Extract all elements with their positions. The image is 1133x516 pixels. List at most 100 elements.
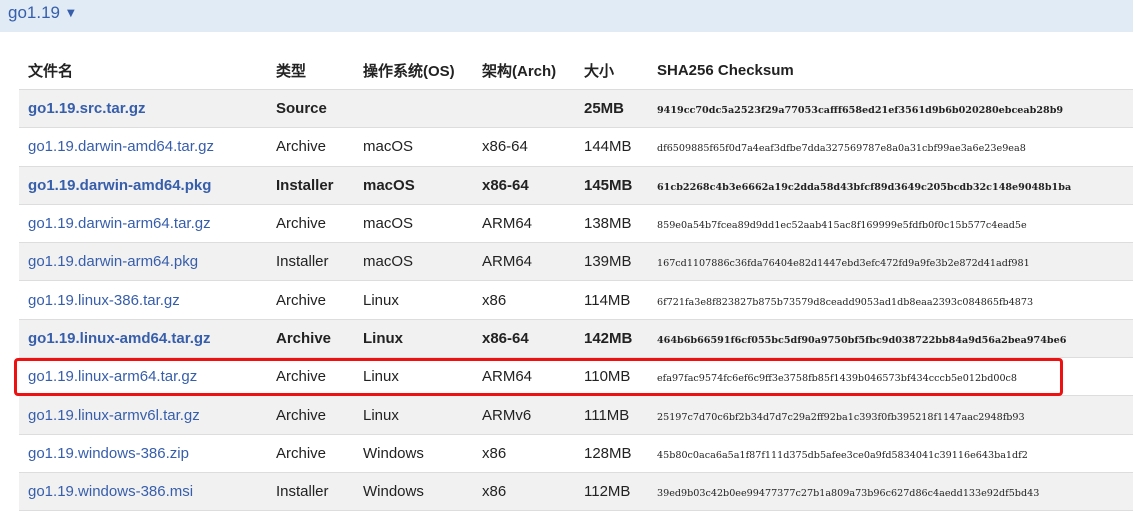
version-label[interactable]: go1.19 — [8, 3, 60, 23]
table-row: go1.19.linux-386.tar.gz Archive Linux x86 11… — [19, 280, 1133, 320]
table-header-row: 文件名 类型 操作系统(OS) 架构(Arch) 大小 SHA256 Check… — [19, 52, 1133, 90]
kind-cell: Source — [276, 89, 363, 129]
checksum-cell: efa97fac9574fc6ef6c9ff3e3758fb85f1439b04… — [657, 357, 1133, 397]
checksum-cell: 39ed9b03c42b0ee99477377c27b1a809a73b96c6… — [657, 472, 1133, 512]
size-cell: 128MB — [584, 434, 657, 473]
checksum-text: 25197c7d70c6bf2b34d7d7c29a2ff92ba1c393f0… — [657, 411, 1025, 423]
kind-cell: Installer — [276, 166, 363, 205]
arch-cell: x86 — [482, 280, 584, 320]
os-cell: Linux — [363, 357, 482, 397]
os-cell: Windows — [363, 434, 482, 473]
filename-cell: go1.19.windows-386.msi — [19, 472, 276, 512]
download-link[interactable]: go1.19.src.tar.gz — [28, 100, 146, 117]
arch-cell — [482, 89, 584, 129]
table-row: go1.19.linux-arm64.tar.gz Archive Linux ARM… — [19, 357, 1133, 397]
checksum-cell: df6509885f65f0d7a4eaf3dfbe7dda327569787e… — [657, 127, 1133, 167]
column-header-os: 操作系统(OS) — [363, 52, 482, 90]
filename-cell: go1.19.windows-386.zip — [19, 434, 276, 473]
os-cell: Windows — [363, 472, 482, 512]
table-row: go1.19.darwin-arm64.tar.gz Archive macOS AR… — [19, 204, 1133, 244]
download-link[interactable]: go1.19.linux-amd64.tar.gz — [28, 330, 211, 347]
download-link[interactable]: go1.19.darwin-amd64.tar.gz — [28, 138, 214, 155]
filename-cell: go1.19.linux-386.tar.gz — [19, 280, 276, 320]
column-header-arch: 架构(Arch) — [482, 52, 584, 90]
size-cell: 139MB — [584, 242, 657, 282]
checksum-text: 61cb2268c4b3e6662a19c2dda58d43bfcf89d364… — [657, 181, 1072, 193]
kind-cell: Archive — [276, 357, 363, 397]
size-cell: 138MB — [584, 204, 657, 244]
kind-cell: Installer — [276, 472, 363, 512]
table-header: 文件名 类型 操作系统(OS) 架构(Arch) 大小 SHA256 Check… — [19, 52, 1133, 90]
filename-cell: go1.19.src.tar.gz — [19, 89, 276, 129]
checksum-text: 45b80c0aca6a5a1f87f111d375db5afee3ce0a9f… — [657, 449, 1028, 461]
kind-cell: Archive — [276, 395, 363, 435]
kind-cell: Archive — [276, 434, 363, 473]
kind-cell: Installer — [276, 242, 363, 282]
checksum-text: efa97fac9574fc6ef6c9ff3e3758fb85f1439b04… — [657, 373, 1018, 385]
table-row: go1.19.windows-386.msi Installer Windows x8… — [19, 472, 1133, 512]
checksum-text: df6509885f65f0d7a4eaf3dfbe7dda327569787e… — [657, 143, 1026, 155]
table-row: go1.19.src.tar.gz Source 25MB 9419cc70dc5a2… — [19, 89, 1133, 129]
os-cell — [363, 89, 482, 129]
filename-cell: go1.19.linux-arm64.tar.gz — [19, 357, 276, 397]
download-link[interactable]: go1.19.windows-386.msi — [28, 483, 193, 500]
download-link[interactable]: go1.19.windows-386.zip — [28, 445, 189, 462]
column-header-size: 大小 — [584, 52, 657, 90]
download-link[interactable]: go1.19.darwin-amd64.pkg — [28, 177, 211, 194]
download-link[interactable]: go1.19.linux-386.tar.gz — [28, 292, 180, 309]
column-header-kind: 类型 — [276, 52, 363, 90]
size-cell: 110MB — [584, 357, 657, 397]
arch-cell: ARM64 — [482, 242, 584, 282]
kind-cell: Archive — [276, 280, 363, 320]
arch-cell: x86-64 — [482, 166, 584, 205]
filename-cell: go1.19.linux-amd64.tar.gz — [19, 319, 276, 359]
checksum-cell: 45b80c0aca6a5a1f87f111d375db5afee3ce0a9f… — [657, 434, 1133, 473]
caret-down-icon[interactable]: ▼ — [67, 8, 75, 19]
checksum-cell: 464b6b66591f6cf055bc5df90a9750bf5fbc9d03… — [657, 319, 1133, 359]
version-header-bar: go1.19 ▼ — [0, 0, 1133, 32]
kind-cell: Archive — [276, 204, 363, 244]
checksum-text: 9419cc70dc5a2523f29a77053cafff658ed21ef3… — [657, 105, 1064, 117]
os-cell: Linux — [363, 395, 482, 435]
table-row: go1.19.windows-386.zip Archive Windows x86 1… — [19, 434, 1133, 473]
size-cell: 25MB — [584, 89, 657, 129]
arch-cell: ARMv6 — [482, 395, 584, 435]
os-cell: Linux — [363, 319, 482, 359]
table-row: go1.19.darwin-amd64.tar.gz Archive macOS x8… — [19, 127, 1133, 167]
download-link[interactable]: go1.19.darwin-arm64.pkg — [28, 253, 198, 270]
arch-cell: ARM64 — [482, 204, 584, 244]
table-row: go1.19.darwin-arm64.pkg Installer macOS ARM… — [19, 242, 1133, 282]
checksum-cell: 61cb2268c4b3e6662a19c2dda58d43bfcf89d364… — [657, 166, 1133, 205]
size-cell: 144MB — [584, 127, 657, 167]
column-header-checksum: SHA256 Checksum — [657, 52, 1133, 90]
os-cell: Linux — [363, 280, 482, 320]
arch-cell: x86-64 — [482, 127, 584, 167]
size-cell: 142MB — [584, 319, 657, 359]
os-cell: macOS — [363, 127, 482, 167]
os-cell: macOS — [363, 166, 482, 205]
arch-cell: ARM64 — [482, 357, 584, 397]
filename-cell: go1.19.darwin-amd64.pkg — [19, 166, 276, 205]
filename-cell: go1.19.darwin-arm64.tar.gz — [19, 204, 276, 244]
checksum-cell: 167cd1107886c36fda76404e82d1447ebd3efc47… — [657, 242, 1133, 282]
checksum-text: 859e0a54b7fcea89d9dd1ec52aab415ac8f16999… — [657, 220, 1027, 232]
table-row: go1.19.darwin-amd64.pkg Installer macOS x86… — [19, 166, 1133, 205]
arch-cell: x86-64 — [482, 319, 584, 359]
filename-cell: go1.19.linux-armv6l.tar.gz — [19, 395, 276, 435]
size-cell: 111MB — [584, 395, 657, 435]
filename-cell: go1.19.darwin-amd64.tar.gz — [19, 127, 276, 167]
checksum-cell: 25197c7d70c6bf2b34d7d7c29a2ff92ba1c393f0… — [657, 395, 1133, 435]
filename-cell: go1.19.darwin-arm64.pkg — [19, 242, 276, 282]
download-page: go1.19 ▼ 文件名 类型 操作系统(OS) 架构(Arch) 大小 SHA… — [0, 0, 1133, 516]
download-link[interactable]: go1.19.darwin-arm64.tar.gz — [28, 215, 211, 232]
version-toggle[interactable]: go1.19 ▼ — [8, 3, 75, 23]
download-link[interactable]: go1.19.linux-arm64.tar.gz — [28, 368, 197, 385]
arch-cell: x86 — [482, 434, 584, 473]
column-header-filename: 文件名 — [19, 52, 276, 90]
arch-cell: x86 — [482, 472, 584, 512]
checksum-text: 6f721fa3e8f823827b875b73579d8ceadd9053ad… — [657, 296, 1034, 308]
table-row: go1.19.linux-amd64.tar.gz Archive Linux x86… — [19, 319, 1133, 359]
kind-cell: Archive — [276, 127, 363, 167]
checksum-text: 464b6b66591f6cf055bc5df90a9750bf5fbc9d03… — [657, 334, 1067, 346]
download-link[interactable]: go1.19.linux-armv6l.tar.gz — [28, 407, 200, 424]
